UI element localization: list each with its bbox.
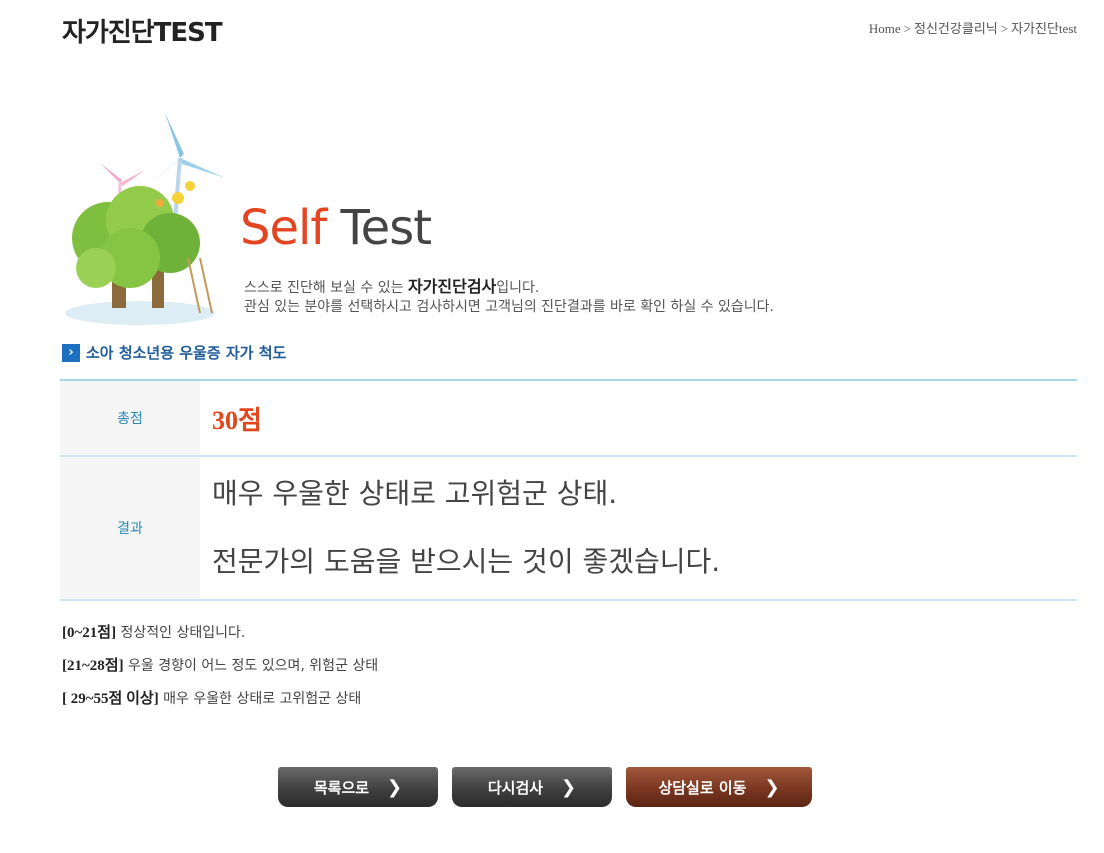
result-table: 총점 30점 결과 매우 우울한 상태로 고위험군 상태. 전문가의 도움을 받… [60,379,1077,601]
criteria-range: [0~21점] [62,625,117,641]
banner-desc-bold: 자가진단검사 [407,277,497,296]
result-text: 매우 우울한 상태로 고위험군 상태. 전문가의 도움을 받으시는 것이 좋겠습… [200,456,1077,601]
breadcrumb-separator: > [1000,21,1009,36]
breadcrumb-mental-health[interactable]: 정신건강클리닉 [914,21,998,36]
retry-button[interactable]: 다시검사 ❯ [452,767,612,807]
criteria-range: [ 29~55점 이상] [62,691,159,707]
criteria-range: [21~28점] [62,658,124,674]
chevron-right-icon: ❯ [387,776,403,798]
section-arrow-icon: › [62,343,80,362]
banner-title-self: Self [240,200,327,256]
breadcrumb-separator: > [903,21,912,36]
banner-desc-pre: 스스로 진단해 보실 수 있는 [244,280,408,296]
result-row: 결과 매우 우울한 상태로 고위험군 상태. 전문가의 도움을 받으시는 것이 … [60,456,1077,601]
list-button-label: 목록으로 [313,778,370,797]
criteria-item: [ 29~55점 이상] 매우 우울한 상태로 고위험군 상태 [62,686,378,719]
counsel-button-label: 상담실로 이동 [658,778,747,797]
result-label: 결과 [60,456,200,601]
score-criteria: [0~21점] 정상적인 상태입니다. [21~28점] 우울 경향이 어느 정… [62,620,378,719]
criteria-item: [21~28점] 우울 경향이 어느 정도 있으며, 위험군 상태 [62,653,378,686]
action-buttons: 목록으로 ❯ 다시검사 ❯ 상담실로 이동 ❯ [278,767,812,807]
chevron-right-icon: ❯ [764,776,780,798]
banner-title-test: Test [340,200,433,256]
section-heading: › 소아 청소년용 우울증 자가 척도 [62,342,286,363]
chevron-right-icon: ❯ [561,776,577,798]
result-line2: 전문가의 도움을 받으시는 것이 좋겠습니다. [212,545,721,578]
score-label: 총점 [60,380,200,457]
criteria-text: 매우 우울한 상태로 고위험군 상태 [158,691,362,707]
breadcrumb: Home > 정신건강클리닉 > 자가진단test [869,18,1077,37]
score-value: 30점 [200,380,1077,457]
windmill-tree-illustration [65,113,225,325]
banner-desc-line1: 스스로 진단해 보실 수 있는 자가진단검사입니다. [244,277,774,298]
breadcrumb-self-test[interactable]: 자가진단test [1011,21,1077,36]
criteria-text: 우울 경향이 어느 정도 있으며, 위험군 상태 [123,658,379,674]
counsel-button[interactable]: 상담실로 이동 ❯ [626,767,812,807]
banner-desc-line2: 관심 있는 분야를 선택하시고 검사하시면 고객님의 진단결과를 바로 확인 하… [244,299,774,315]
section-title: 소아 청소년용 우울증 자가 척도 [86,344,287,362]
retry-button-label: 다시검사 [487,778,544,797]
banner-description: 스스로 진단해 보실 수 있는 자가진단검사입니다. 관심 있는 분야를 선택하… [244,277,774,317]
criteria-item: [0~21점] 정상적인 상태입니다. [62,620,378,653]
score-row: 총점 30점 [60,380,1077,457]
banner-desc-post: 입니다. [496,280,540,296]
page-title: 자가진단TEST [62,18,223,48]
result-line1: 매우 우울한 상태로 고위험군 상태. [212,477,618,510]
criteria-text: 정상적인 상태입니다. [116,625,246,641]
banner-title: Self Test [240,200,433,256]
breadcrumb-home[interactable]: Home [869,21,901,36]
list-button[interactable]: 목록으로 ❯ [278,767,438,807]
